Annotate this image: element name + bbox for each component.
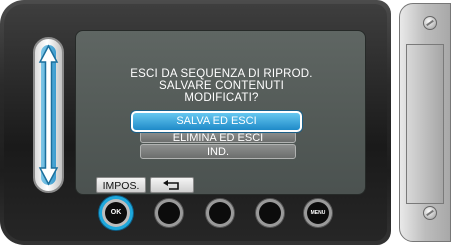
option-label: IND. — [207, 146, 229, 158]
lcd-screen: ESCI DA SEQUENZA DI RIPROD. SALVARE CONT… — [75, 30, 366, 195]
settings-softkey[interactable]: IMPOS. — [96, 177, 146, 193]
return-arrow-icon — [163, 180, 179, 190]
option-label: ELIMINA ED ESCI — [172, 132, 264, 144]
option-save-and-exit[interactable]: SALVA ED ESCI — [131, 111, 302, 132]
back-softkey[interactable] — [150, 177, 194, 193]
dialog-message-line-3: MODIFICATI? — [184, 92, 259, 104]
option-ind[interactable]: IND. — [140, 144, 296, 159]
ok-label: OK — [110, 209, 122, 216]
dialog-message-line-2: SALVARE CONTENUTI — [158, 80, 285, 92]
menu-label: MENU — [310, 210, 326, 216]
touch-slider[interactable] — [33, 37, 64, 193]
screw-icon — [423, 16, 437, 30]
screw-icon — [423, 206, 437, 220]
dialog-message-line-1: ESCI DA SEQUENZA DI RIPROD. — [130, 68, 313, 80]
hinge-block — [406, 44, 444, 204]
camera-lcd-bezel: ESCI DA SEQUENZA DI RIPROD. SALVARE CONT… — [0, 0, 391, 245]
up-down-arrows-icon — [38, 44, 59, 186]
menu-button[interactable]: MENU — [307, 202, 329, 224]
hardware-button-2[interactable] — [158, 202, 180, 224]
hardware-button-row: OK MENU — [0, 199, 391, 229]
option-delete-and-exit[interactable]: ELIMINA ED ESCI — [140, 131, 296, 144]
camera-hinge — [391, 0, 451, 245]
hardware-button-3[interactable] — [209, 202, 231, 224]
option-label: SALVA ED ESCI — [176, 115, 257, 127]
hardware-button-4[interactable] — [259, 202, 281, 224]
hinge-body — [399, 3, 451, 242]
ok-button[interactable]: OK — [105, 202, 127, 224]
